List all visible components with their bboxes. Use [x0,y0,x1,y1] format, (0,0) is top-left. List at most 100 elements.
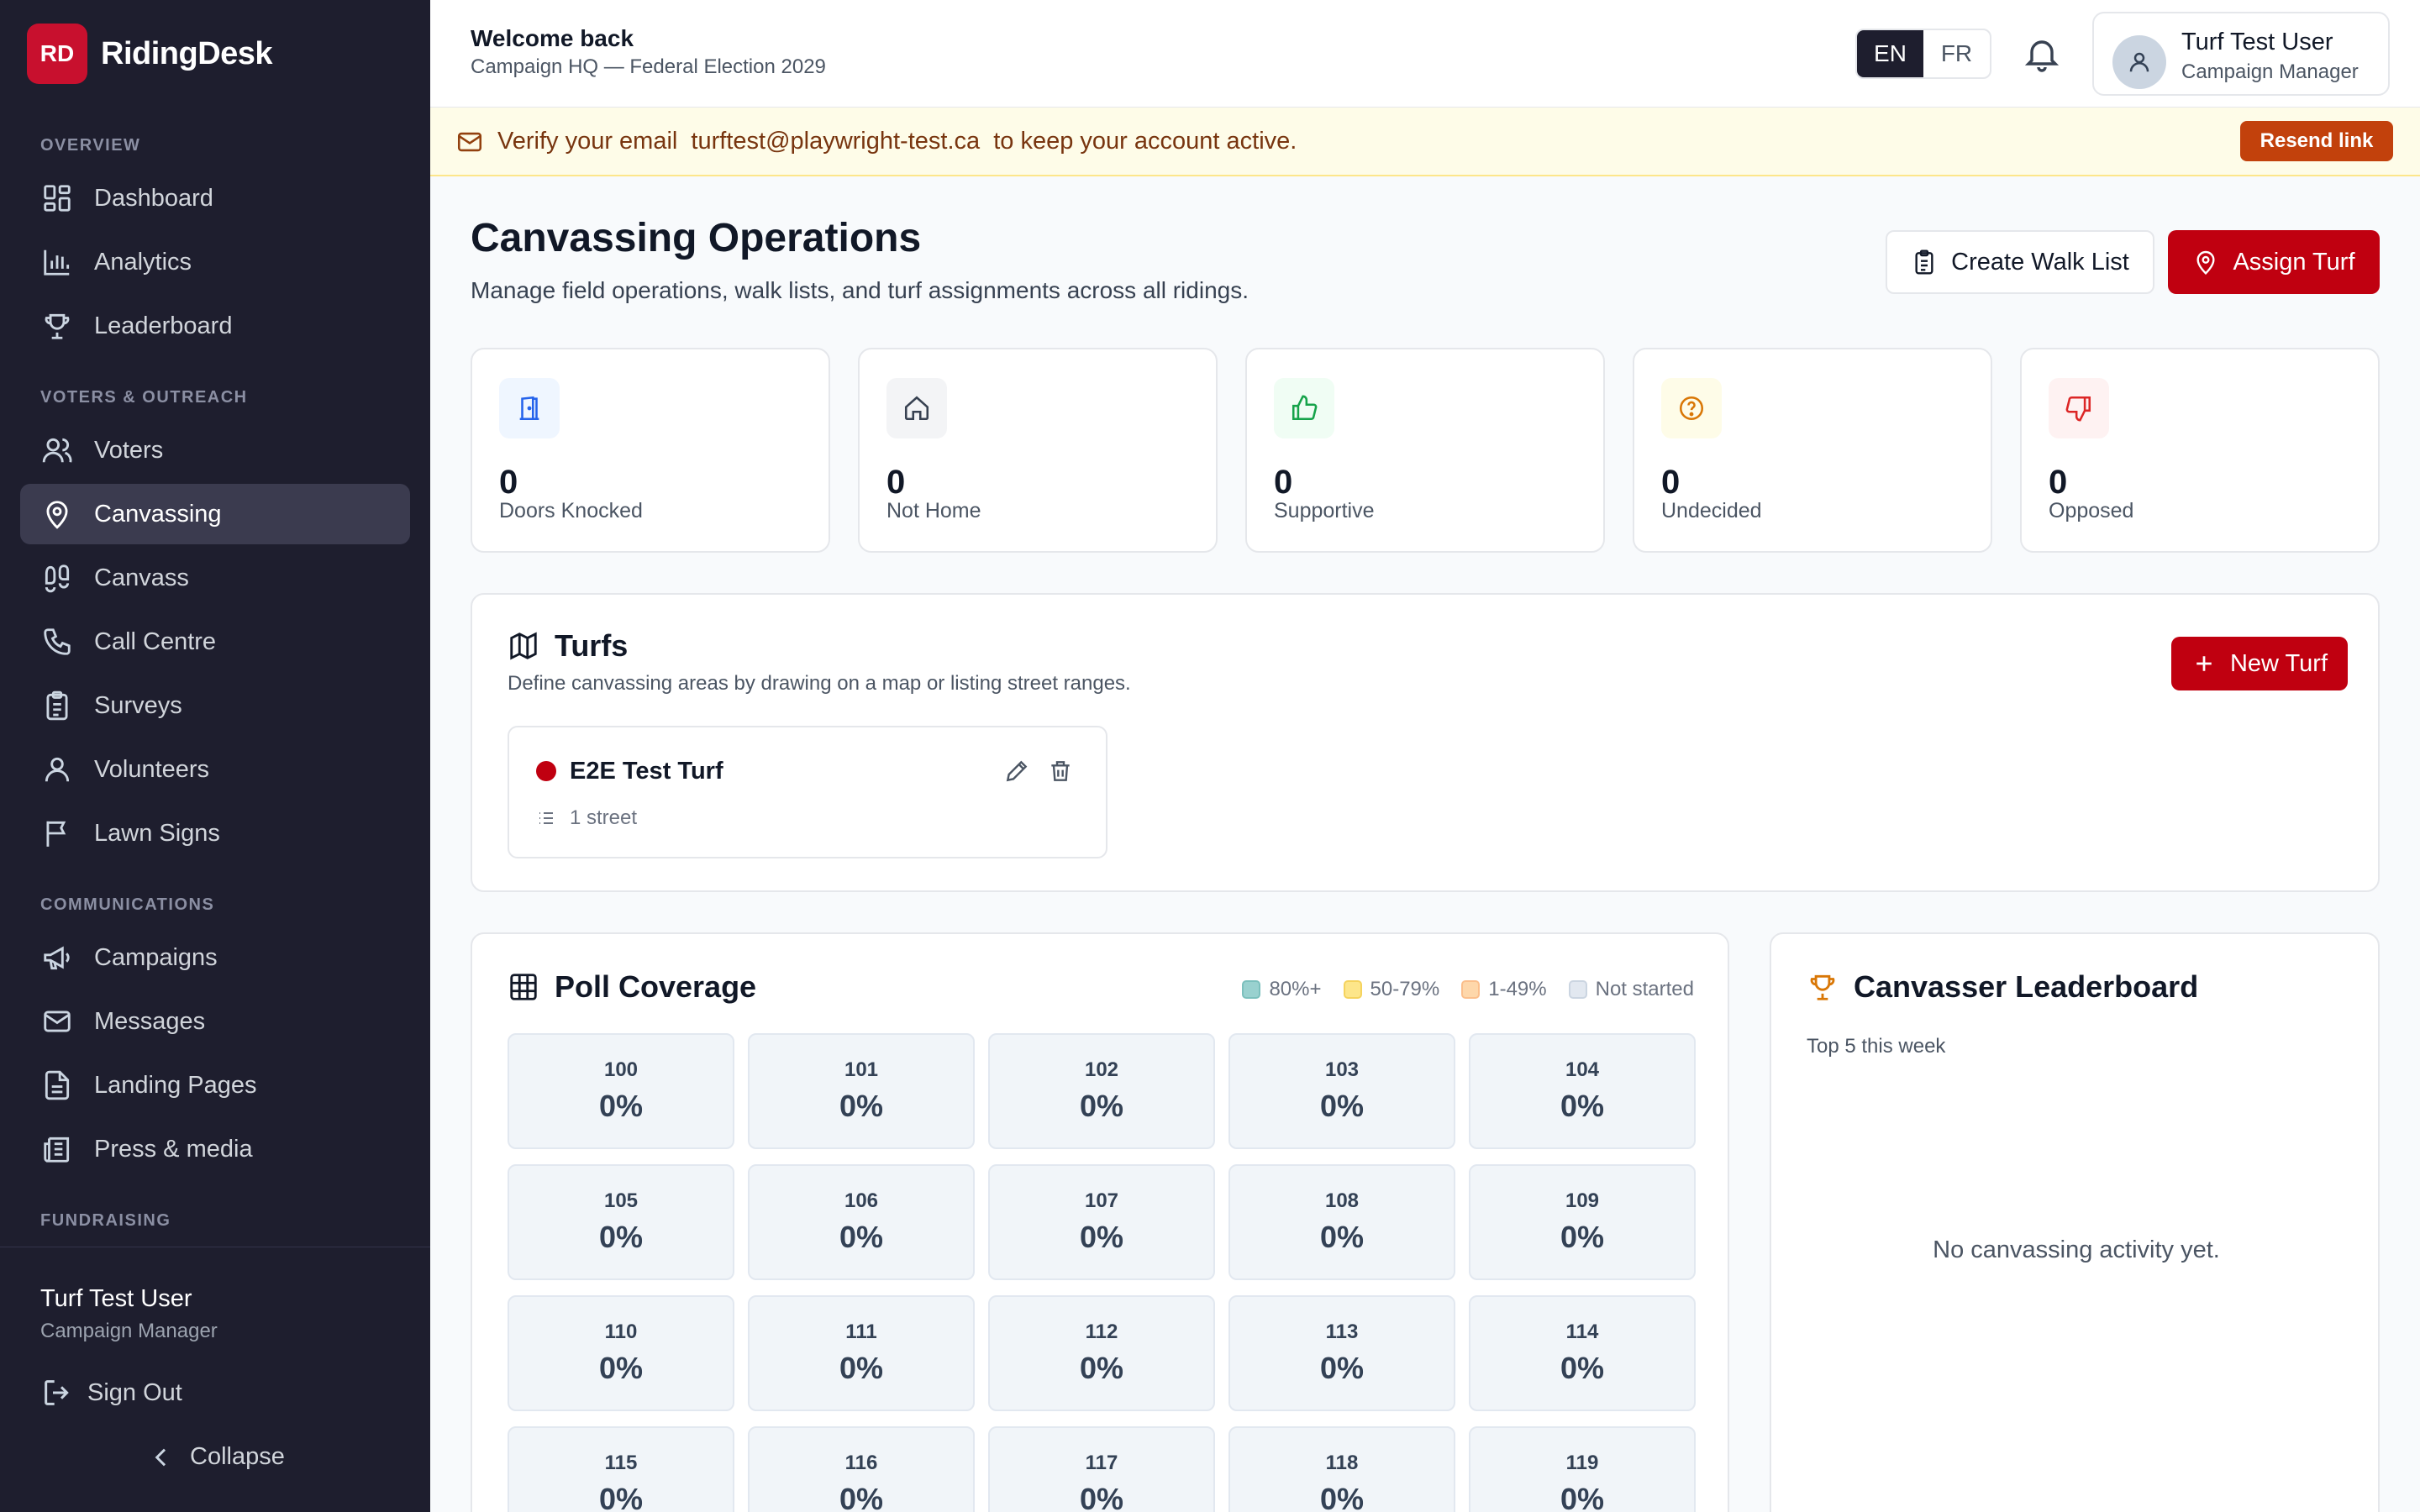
edit-turf-button[interactable] [1003,758,1030,785]
poll-cell[interactable]: 109 0% [1469,1164,1696,1280]
poll-cell[interactable]: 119 0% [1469,1426,1696,1512]
flag-icon [40,816,74,850]
sidebar-item-label: Dashboard [94,184,213,212]
poll-cell[interactable]: 111 0% [748,1295,975,1411]
poll-percentage: 0% [1079,1220,1124,1254]
poll-cell[interactable]: 113 0% [1228,1295,1455,1411]
user-avatar-icon [2129,52,2149,72]
clipboard-icon [1915,249,1933,275]
poll-percentage: 0% [1319,1351,1365,1385]
sidebar-item-label: Analytics [94,248,192,276]
header-user-name: Turf Test User [2181,29,2333,55]
poll-percentage: 0% [598,1220,644,1254]
poll-percentage: 0% [1319,1089,1365,1123]
poll-number: 107 [1084,1189,1119,1212]
legend-label: 1-49% [1488,978,1547,1000]
stat-icon-box [886,378,947,438]
sign-out-button[interactable]: Sign Out [40,1376,182,1410]
turfs-title-text: Turfs [555,628,629,663]
poll-cell[interactable]: 115 0% [508,1426,734,1512]
help-circle-icon [1679,396,1704,421]
sidebar-item-canvass[interactable]: Canvass [20,548,410,608]
create-walk-list-button[interactable]: Create Walk List [1886,230,2154,294]
sidebar-item-messages[interactable]: Messages [20,991,410,1052]
sidebar-item-canvassing[interactable]: Canvassing [20,484,410,544]
poll-cell[interactable]: 106 0% [748,1164,975,1280]
leaderboard-title: Canvasser Leaderboard [1807,969,2198,1005]
sidebar-item-press-media[interactable]: Press & media [20,1119,410,1179]
sign-out-icon [45,1380,69,1405]
poll-number: 104 [1565,1058,1600,1081]
poll-percentage: 0% [839,1089,884,1123]
brand[interactable]: RD RidingDesk [27,24,273,84]
poll-number: 110 [604,1320,638,1343]
poll-cell[interactable]: 100 0% [508,1033,734,1149]
new-turf-label: New Turf [2229,649,2328,677]
stat-icon-box [1661,378,1722,438]
sidebar-user: Turf Test User Campaign Manager [40,1285,218,1343]
poll-cell[interactable]: 108 0% [1228,1164,1455,1280]
poll-number: 113 [1325,1320,1359,1343]
poll-cell[interactable]: 110 0% [508,1295,734,1411]
sidebar-item-label: Surveys [94,691,182,719]
trash-icon [1051,761,1070,781]
notifications-button[interactable] [2022,34,2062,74]
turfs-subtitle: Define canvassing areas by drawing on a … [508,672,1131,695]
poll-cell[interactable]: 116 0% [748,1426,975,1512]
delete-turf-button[interactable] [1047,758,1074,785]
poll-number: 102 [1084,1058,1119,1081]
sidebar-item-surveys[interactable]: Surveys [20,675,410,736]
poll-number: 103 [1324,1058,1360,1081]
sidebar-item-call-centre[interactable]: Call Centre [20,612,410,672]
sidebar-item-lawn-signs[interactable]: Lawn Signs [20,803,410,864]
poll-percentage: 0% [1079,1482,1124,1512]
stat-label: Supportive [1274,499,1375,522]
sidebar: RD RidingDesk OVERVIEW Dashboard Analyti… [0,0,430,1512]
poll-percentage: 0% [598,1089,644,1123]
verify-suffix: to keep your account active. [993,128,1297,155]
collapse-button[interactable]: Collapse [148,1443,285,1471]
poll-percentage: 0% [598,1351,644,1385]
assign-turf-button[interactable]: Assign Turf [2168,230,2380,294]
stat-card-opposed: 0 Opposed [2020,348,2380,553]
new-turf-button[interactable]: New Turf [2171,637,2348,690]
poll-coverage-title-text: Poll Coverage [555,969,757,1004]
poll-cell[interactable]: 105 0% [508,1164,734,1280]
sidebar-item-volunteers[interactable]: Volunteers [20,739,410,800]
turf-name: E2E Test Turf [570,758,723,785]
sidebar-item-voters[interactable]: Voters [20,420,410,480]
resend-link-button[interactable]: Resend link [2240,121,2393,161]
lang-en-button[interactable]: EN [1857,30,1923,77]
sidebar-item-dashboard[interactable]: Dashboard [20,168,410,228]
bell-icon [2024,40,2060,72]
dashboard-icon [40,181,74,215]
stat-value: 0 [886,464,906,501]
poll-cell[interactable]: 101 0% [748,1033,975,1149]
poll-cell[interactable]: 118 0% [1228,1426,1455,1512]
poll-cell[interactable]: 112 0% [988,1295,1215,1411]
welcome-title: Welcome back [471,25,634,51]
poll-number: 109 [1565,1189,1600,1212]
sidebar-item-landing-pages[interactable]: Landing Pages [20,1055,410,1116]
sidebar-item-label: Volunteers [94,755,210,783]
poll-percentage: 0% [839,1351,884,1385]
poll-cell[interactable]: 103 0% [1228,1033,1455,1149]
poll-cell[interactable]: 104 0% [1469,1033,1696,1149]
poll-cell[interactable]: 117 0% [988,1426,1215,1512]
poll-percentage: 0% [839,1482,884,1512]
phone-icon [40,625,74,659]
sidebar-item-analytics[interactable]: Analytics [20,232,410,292]
verify-email-address: turftest@playwright-test.ca [691,128,981,155]
poll-cell[interactable]: 107 0% [988,1164,1215,1280]
poll-cell[interactable]: 114 0% [1469,1295,1696,1411]
user-menu[interactable]: Turf Test User Campaign Manager [2092,12,2390,96]
lang-fr-button[interactable]: FR [1923,30,1990,77]
poll-cell[interactable]: 102 0% [988,1033,1215,1149]
stat-card-doors-knocked: 0 Doors Knocked [471,348,830,553]
turf-item[interactable]: E2E Test Turf 1 street [508,726,1107,858]
top-header: Welcome back Campaign HQ — Federal Elect… [430,0,2420,108]
legend-swatch [1568,980,1587,999]
sidebar-item-leaderboard[interactable]: Leaderboard [20,296,410,356]
poll-percentage: 0% [1560,1089,1605,1123]
sidebar-item-campaigns[interactable]: Campaigns [20,927,410,988]
